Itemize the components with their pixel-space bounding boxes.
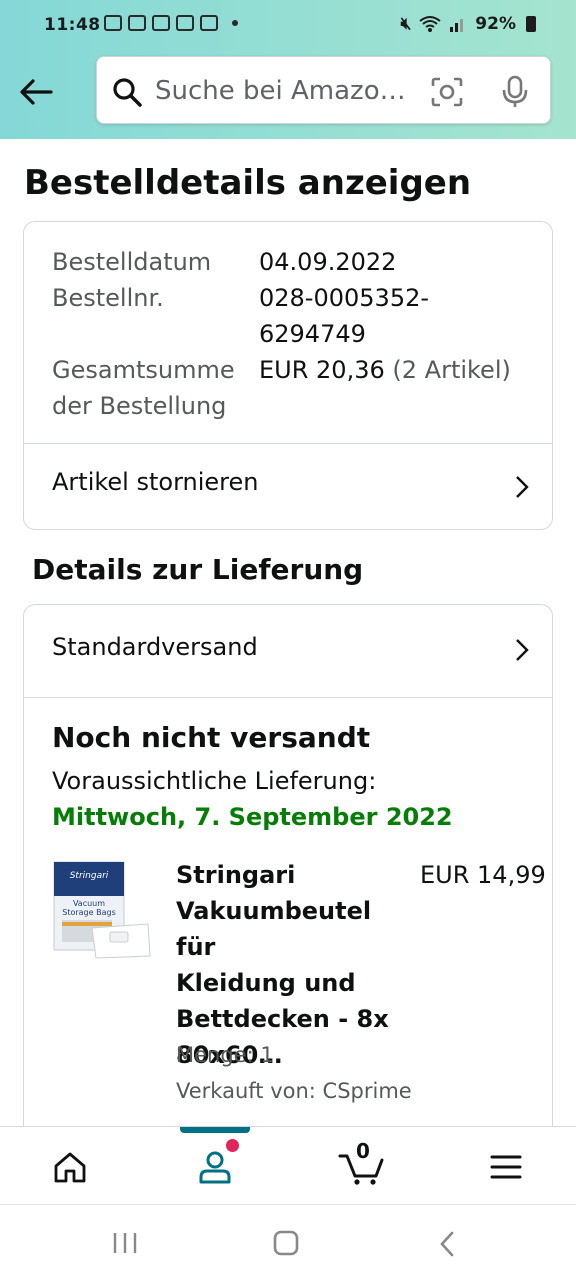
delivery-card: Standardversand Noch nicht versandt Vora… — [23, 604, 553, 1164]
shipping-method-row[interactable]: Standardversand — [24, 605, 552, 697]
product-price: EUR 14,99 — [420, 861, 546, 889]
order-total-amount: EUR 20,36 — [259, 356, 385, 384]
notification-badge — [226, 1139, 239, 1152]
order-summary-card: Bestelldatum 04.09.2022 Bestellnr. 028-0… — [23, 221, 553, 530]
status-right: 🔇︎ 92% — [401, 14, 536, 34]
chevron-right-icon — [516, 639, 529, 661]
svg-text:Storage Bags: Storage Bags — [62, 908, 115, 917]
order-date-value: 04.09.2022 — [259, 248, 397, 276]
search-icon — [113, 78, 142, 107]
product-title-line: Vakuumbeutel für — [176, 897, 372, 961]
search-bar[interactable] — [96, 56, 551, 124]
search-input[interactable] — [155, 71, 415, 111]
app-header: 11:48 🔇︎ 92% — [0, 0, 576, 139]
status-time: 11:48 — [44, 15, 101, 35]
order-total-value: EUR 20,36 (2 Artikel) — [259, 352, 511, 388]
camera-search-icon[interactable] — [431, 77, 463, 107]
microphone-icon[interactable] — [502, 75, 528, 109]
product-seller: Verkauft von: CSprime — [176, 1079, 412, 1103]
shipping-method-label: Standardversand — [52, 633, 258, 661]
order-date-label: Bestelldatum — [52, 248, 212, 276]
nav-home[interactable] — [48, 1145, 92, 1189]
more-notifications-icon — [232, 20, 238, 26]
notification-icon — [104, 15, 122, 31]
system-navigation-bar — [0, 1204, 576, 1280]
order-total-label-2: der Bestellung — [52, 392, 227, 420]
page-title: Bestelldetails anzeigen — [24, 163, 472, 203]
home-icon — [176, 15, 194, 31]
product-title-line: Stringari — [176, 861, 296, 889]
recent-apps-icon[interactable] — [112, 1231, 138, 1255]
arrow-left-icon — [20, 79, 53, 105]
product-title-line: Bettdecken - 8x — [176, 1005, 389, 1033]
delivery-section-title: Details zur Lieferung — [32, 553, 364, 586]
person-icon — [199, 1151, 231, 1184]
order-total-label-1: Gesamtsumme — [52, 356, 235, 384]
battery-percent: 92% — [475, 14, 516, 34]
product-title-line: Kleidung und — [176, 969, 356, 997]
delivery-eta-label: Voraussichtliche Lieferung: — [52, 767, 377, 795]
cancel-items-label: Artikel stornieren — [52, 468, 259, 496]
home-icon — [54, 1152, 86, 1183]
product-image-graphic: Stringari Vacuum Storage Bags — [53, 861, 151, 959]
delivery-eta-date: Mittwoch, 7. September 2022 — [52, 803, 453, 831]
divider — [24, 697, 552, 698]
svg-text:Vacuum: Vacuum — [73, 899, 105, 908]
chevron-right-icon — [516, 476, 529, 498]
product-image[interactable]: Stringari Vacuum Storage Bags — [52, 860, 152, 960]
order-number-value-1: 028-0005352- — [259, 284, 430, 312]
mail-icon — [128, 15, 146, 31]
bottom-navigation: 0 — [0, 1126, 576, 1204]
product-quantity: Menge: 1 — [176, 1043, 274, 1067]
order-number-value-2: 6294749 — [259, 320, 366, 348]
back-nav-icon[interactable] — [438, 1231, 456, 1257]
back-button[interactable] — [14, 70, 58, 114]
home-button-icon[interactable] — [272, 1229, 300, 1257]
hamburger-menu-icon — [490, 1155, 522, 1179]
mail-icon — [152, 15, 170, 31]
app-icon — [200, 15, 218, 31]
order-number-label: Bestellnr. — [52, 284, 164, 312]
order-total-items: (2 Artikel) — [392, 356, 511, 384]
active-tab-indicator — [180, 1127, 250, 1133]
shipment-status: Noch nicht versandt — [52, 721, 371, 754]
svg-text:Stringari: Stringari — [70, 871, 109, 881]
battery-icon — [526, 16, 536, 32]
wifi-icon — [419, 16, 441, 32]
status-bar: 11:48 🔇︎ 92% — [0, 0, 576, 52]
mute-icon: 🔇︎ — [400, 14, 412, 34]
notification-icons — [104, 15, 238, 31]
cart-count: 0 — [356, 1139, 370, 1163]
signal-icon — [450, 19, 464, 32]
cancel-items-row[interactable]: Artikel stornieren — [24, 444, 552, 530]
nav-menu[interactable] — [484, 1145, 528, 1189]
